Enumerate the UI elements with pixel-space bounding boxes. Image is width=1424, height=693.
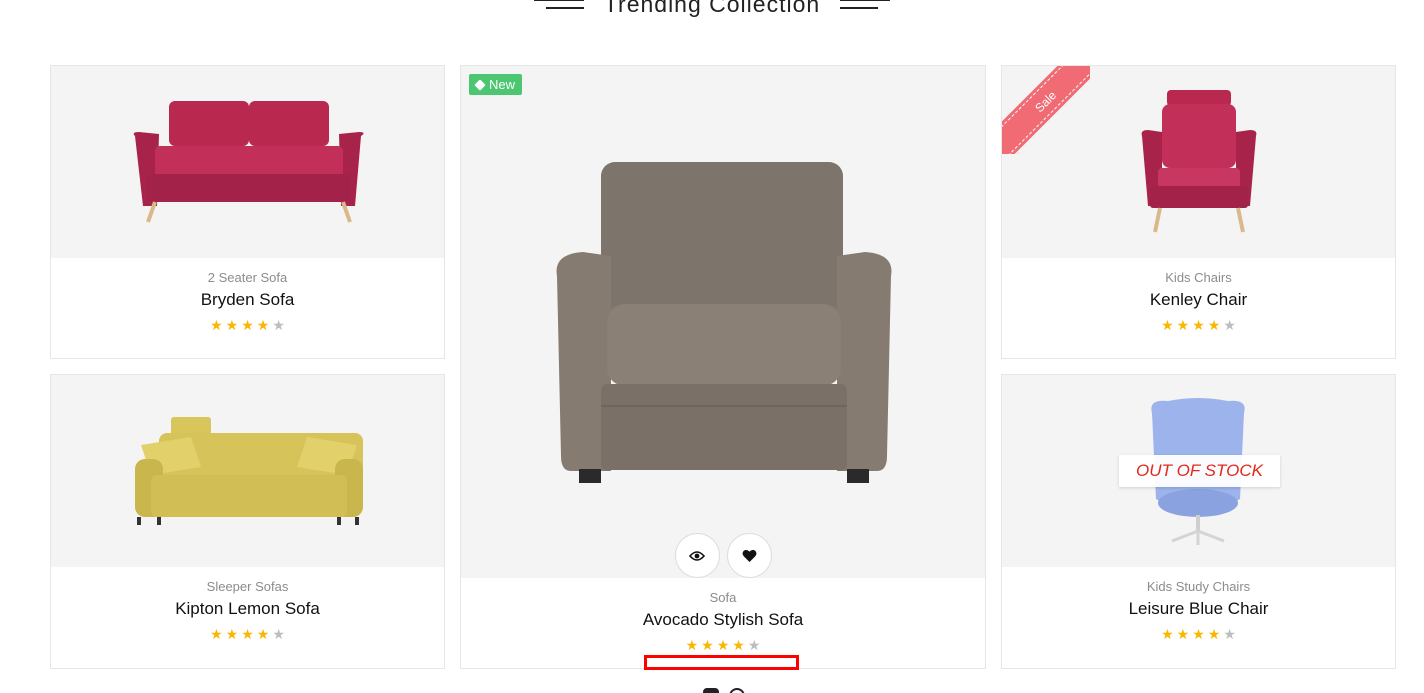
out-of-stock-label: OUT OF STOCK <box>1119 455 1280 487</box>
sale-ribbon-label: Sale <box>1002 66 1090 154</box>
star-icon: ★ <box>1207 317 1221 333</box>
sale-ribbon: Sale <box>1002 66 1090 154</box>
product-name[interactable]: Kenley Chair <box>1002 290 1395 310</box>
star-empty-icon: ★ <box>272 626 285 642</box>
section-header: Trending Collection <box>0 0 1424 22</box>
yellow-sofa-image[interactable] <box>51 375 445 567</box>
product-name[interactable]: Avocado Stylish Sofa <box>461 610 985 630</box>
star-icon: ★ <box>225 317 239 333</box>
star-icon: ★ <box>1176 626 1190 642</box>
star-icon: ★ <box>716 637 730 653</box>
rating-stars: ★ ★ ★ ★ ★ <box>1002 627 1395 641</box>
star-icon: ★ <box>1192 317 1205 333</box>
product-info: 2 Seater Sofa Bryden Sofa ★ ★ ★ ★ ★ <box>51 270 444 332</box>
rating-stars: ★ ★ ★ ★ ★ <box>51 318 444 332</box>
product-info: Kids Chairs Kenley Chair ★ ★ ★ ★ ★ <box>1002 270 1395 332</box>
product-info: Kids Study Chairs Leisure Blue Chair ★ ★… <box>1002 579 1395 641</box>
product-info: Sleeper Sofas Kipton Lemon Sofa ★ ★ ★ ★ … <box>51 579 444 641</box>
tag-icon <box>474 78 486 91</box>
heart-icon <box>742 549 756 562</box>
highlight-box <box>644 655 799 670</box>
section-title: Trending Collection <box>603 0 821 17</box>
eye-icon <box>689 550 705 561</box>
grey-armchair-image[interactable] <box>461 66 986 578</box>
star-icon: ★ <box>256 317 270 333</box>
star-icon: ★ <box>210 317 223 333</box>
product-image-area[interactable]: New <box>461 66 985 578</box>
star-icon: ★ <box>1207 626 1221 642</box>
star-icon: ★ <box>241 317 254 333</box>
product-card-avocado-stylish-sofa[interactable]: New Sofa Avocado Stylish Sofa ★ ★ ★ ★ ★ <box>460 65 986 669</box>
product-image-area[interactable]: OUT OF STOCK <box>1002 375 1395 567</box>
star-empty-icon: ★ <box>1223 317 1236 333</box>
rating-stars: ★ ★ ★ ★ ★ <box>1002 318 1395 332</box>
star-icon: ★ <box>1161 626 1174 642</box>
star-empty-icon: ★ <box>747 637 761 653</box>
product-card-kipton-lemon-sofa[interactable]: Sleeper Sofas Kipton Lemon Sofa ★ ★ ★ ★ … <box>50 374 445 669</box>
star-icon: ★ <box>225 626 239 642</box>
product-name[interactable]: Kipton Lemon Sofa <box>51 599 444 619</box>
red-loveseat-image[interactable] <box>51 66 445 258</box>
product-actions <box>461 533 985 578</box>
pagination-dot-1[interactable] <box>703 688 719 693</box>
product-category[interactable]: Sleeper Sofas <box>51 579 444 594</box>
new-badge: New <box>469 74 523 95</box>
product-card-leisure-blue-chair[interactable]: OUT OF STOCK Kids Study Chairs Leisure B… <box>1001 374 1396 669</box>
pagination-dot-2[interactable] <box>729 688 745 693</box>
star-icon: ★ <box>210 626 223 642</box>
rating-stars: ★ ★ ★ ★ ★ <box>51 627 444 641</box>
star-icon: ★ <box>241 626 254 642</box>
title-decoration-left <box>533 0 584 9</box>
star-icon: ★ <box>1161 317 1174 333</box>
wishlist-button[interactable] <box>726 533 772 578</box>
product-image-area[interactable] <box>51 66 444 258</box>
star-icon: ★ <box>732 637 745 653</box>
product-category[interactable]: Sofa <box>461 590 985 605</box>
star-icon: ★ <box>1192 626 1205 642</box>
quick-view-button[interactable] <box>674 533 720 578</box>
star-icon: ★ <box>701 637 714 653</box>
product-category[interactable]: Kids Chairs <box>1002 270 1395 285</box>
rating-stars: ★ ★ ★ ★ ★ <box>461 638 985 652</box>
product-card-kenley-chair[interactable]: Sale Kids Chairs Kenley Chair ★ ★ ★ ★ ★ <box>1001 65 1396 359</box>
star-icon: ★ <box>685 637 699 653</box>
product-image-area[interactable] <box>51 375 444 567</box>
product-card-bryden-sofa[interactable]: 2 Seater Sofa Bryden Sofa ★ ★ ★ ★ ★ <box>50 65 445 359</box>
star-icon: ★ <box>1176 317 1190 333</box>
title-decoration-right <box>840 0 891 9</box>
star-icon: ★ <box>256 626 270 642</box>
star-empty-icon: ★ <box>1223 626 1236 642</box>
product-category[interactable]: 2 Seater Sofa <box>51 270 444 285</box>
new-badge-label: New <box>489 77 516 92</box>
product-name[interactable]: Leisure Blue Chair <box>1002 599 1395 619</box>
product-category[interactable]: Kids Study Chairs <box>1002 579 1395 594</box>
product-name[interactable]: Bryden Sofa <box>51 290 444 310</box>
carousel-pagination <box>703 688 745 693</box>
star-empty-icon: ★ <box>272 317 285 333</box>
product-info: Sofa Avocado Stylish Sofa ★ ★ ★ ★ ★ <box>461 590 985 652</box>
